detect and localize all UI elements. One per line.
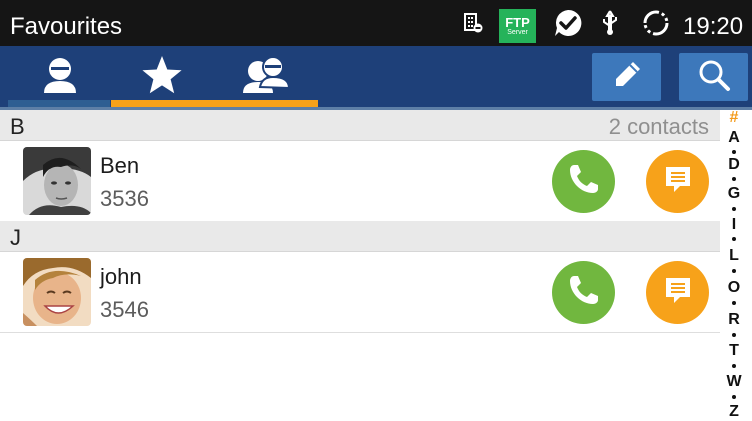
phonebook-icon xyxy=(460,0,486,46)
index-separator xyxy=(732,395,736,399)
sync-icon xyxy=(640,0,672,46)
tab-favourites[interactable] xyxy=(112,46,212,108)
call-button[interactable] xyxy=(552,261,615,324)
index-separator xyxy=(732,269,736,273)
magnifier-icon xyxy=(697,58,731,97)
index-letter[interactable]: Z xyxy=(722,404,746,420)
message-button[interactable] xyxy=(646,150,709,213)
section-header-j: J xyxy=(0,221,720,252)
index-letter[interactable]: W xyxy=(722,374,746,390)
tab-indicator-groups xyxy=(214,100,318,107)
index-letter[interactable]: R xyxy=(722,312,746,328)
clock: 19:20 xyxy=(683,13,744,40)
index-letter[interactable]: O xyxy=(722,280,746,296)
check-bubble-icon xyxy=(550,0,586,46)
star-icon xyxy=(140,54,184,101)
contacts-count: 2 contacts xyxy=(608,114,709,139)
avatar xyxy=(23,258,91,326)
index-hash[interactable]: # xyxy=(722,110,746,126)
contact-row-john[interactable]: john 3546 xyxy=(0,252,720,333)
phone-icon xyxy=(567,162,601,201)
tab-groups[interactable] xyxy=(214,46,318,108)
message-button[interactable] xyxy=(646,261,709,324)
index-separator xyxy=(732,333,736,337)
ftp-server-icon: FTP Server xyxy=(499,9,536,43)
index-separator xyxy=(732,364,736,368)
section-letter: J xyxy=(10,225,21,250)
screen-title: Favourites xyxy=(10,13,123,40)
index-separator xyxy=(732,301,736,305)
tab-indicator-favourites xyxy=(111,100,214,107)
index-letter[interactable]: T xyxy=(722,343,746,359)
phone-icon xyxy=(567,273,601,312)
contact-row-ben[interactable]: Ben 3536 xyxy=(0,141,720,222)
usb-icon xyxy=(598,0,622,46)
tab-indicator-contacts xyxy=(8,100,110,107)
call-button[interactable] xyxy=(552,150,615,213)
contact-number: 3536 xyxy=(100,186,149,211)
avatar xyxy=(23,147,91,215)
index-separator xyxy=(732,237,736,241)
section-header-b: B 2 contacts xyxy=(0,110,720,141)
edit-button[interactable] xyxy=(592,53,661,101)
contact-name: john xyxy=(100,264,142,289)
index-separator xyxy=(732,150,736,154)
group-icon xyxy=(238,55,294,100)
contact-name: Ben xyxy=(100,153,140,178)
index-letter[interactable]: I xyxy=(722,217,746,233)
tab-contacts[interactable] xyxy=(10,46,110,108)
index-letter[interactable]: L xyxy=(722,248,746,264)
status-bar: Favourites FTP Server 19:20 xyxy=(0,0,752,46)
search-button[interactable] xyxy=(679,53,748,101)
ftp-sub-label: Server xyxy=(507,28,528,36)
pencil-icon xyxy=(611,59,643,96)
section-letter: B xyxy=(10,114,25,139)
index-separator xyxy=(732,177,736,181)
index-letter[interactable]: A xyxy=(722,130,746,146)
ftp-label: FTP xyxy=(505,14,530,30)
contact-number: 3546 xyxy=(100,297,149,322)
person-icon xyxy=(38,55,82,100)
index-letter[interactable]: G xyxy=(722,186,746,202)
message-icon xyxy=(661,273,695,312)
index-letter[interactable]: D xyxy=(722,157,746,173)
index-separator xyxy=(732,207,736,211)
alphabet-index[interactable]: # A D G I L O R T W Z xyxy=(722,110,746,421)
message-icon xyxy=(661,162,695,201)
